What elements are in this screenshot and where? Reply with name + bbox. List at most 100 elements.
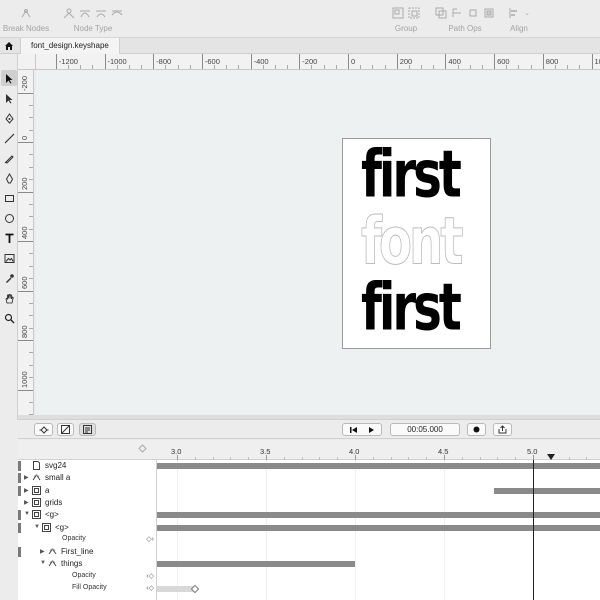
- ruler-minor-tick: [29, 129, 33, 131]
- animation-track-bar[interactable]: [493, 487, 600, 494]
- artboard[interactable]: first font first: [342, 138, 491, 349]
- ruler-label: -400: [253, 57, 269, 66]
- ruler-label: 800: [20, 325, 29, 338]
- horizontal-ruler[interactable]: -1200 -1000 -800 -600 -400 -200 0 200 400 600 800 1…: [36, 54, 600, 70]
- eyedropper-tool[interactable]: [1, 270, 17, 286]
- layer-row[interactable]: ▶ small a: [18, 472, 157, 484]
- node-select-tool[interactable]: [1, 90, 17, 106]
- layer-row[interactable]: ▼ <g>: [18, 522, 157, 534]
- property-row[interactable]: Opacity ◇›: [18, 534, 157, 546]
- line-tool[interactable]: [1, 130, 17, 146]
- layer-row[interactable]: ▶ First_line: [18, 546, 157, 558]
- ruler-label: 0: [351, 57, 356, 66]
- add-keyframe-icon[interactable]: [138, 444, 147, 453]
- node-corner-icon: [63, 8, 75, 19]
- ruler-label: 600: [20, 275, 29, 289]
- ruler-label: 800: [545, 57, 559, 66]
- export-button[interactable]: [493, 423, 512, 436]
- artboard-word-font[interactable]: font: [361, 208, 464, 274]
- timeline-tracks[interactable]: [157, 460, 600, 600]
- properties-mode-button[interactable]: [79, 423, 96, 436]
- canvas[interactable]: first font first: [36, 70, 600, 415]
- ruler-minor-tick: [554, 65, 556, 69]
- layer-row[interactable]: ▼ <g>: [18, 509, 157, 521]
- ruler-corner: [18, 54, 36, 70]
- home-button[interactable]: [0, 38, 18, 54]
- animation-track-bar[interactable]: [157, 586, 195, 592]
- keyframe-nav-buttons[interactable]: ‹◇: [146, 572, 154, 580]
- vertical-ruler[interactable]: -200 0 200 400 600 800 1000: [18, 70, 34, 415]
- keyframe-mode-button[interactable]: [34, 423, 53, 436]
- ellipse-tool[interactable]: [1, 210, 17, 226]
- pen-tool[interactable]: [1, 170, 17, 186]
- ruler-minor-tick: [457, 65, 459, 69]
- path-tool[interactable]: [1, 110, 17, 126]
- artboard-word-first-bottom[interactable]: first: [361, 274, 462, 340]
- align-icon: [509, 8, 518, 18]
- hand-tool[interactable]: [1, 290, 17, 306]
- timeline-header[interactable]: 3.0 3.5 4.0 4.5 5.0: [18, 440, 600, 460]
- keyframe-nav-buttons[interactable]: ‹◇: [146, 584, 154, 592]
- property-row[interactable]: Opacity ‹◇: [18, 571, 157, 583]
- tab-document[interactable]: font_design.keyshape: [20, 38, 120, 54]
- disclosure-collapsed-icon[interactable]: ▶: [24, 474, 29, 481]
- go-to-start-button[interactable]: [344, 426, 362, 434]
- record-button[interactable]: [467, 423, 486, 436]
- pencil-tool[interactable]: [1, 150, 17, 166]
- artboard-word-first-top[interactable]: first: [361, 141, 462, 207]
- layer-color-marker: [18, 522, 21, 533]
- layer-name: First_line: [61, 547, 94, 557]
- ruler-tick: [18, 340, 33, 341]
- layer-color-marker: [18, 485, 21, 496]
- eyedropper-icon: [5, 273, 14, 283]
- ruler-minor-tick: [29, 117, 33, 119]
- layer-name: a: [45, 485, 50, 495]
- node-symmetric-icon: [96, 10, 106, 18]
- ungroup-icon: [408, 7, 420, 19]
- ruler-tick: [18, 191, 33, 193]
- disclosure-collapsed-icon[interactable]: ▶: [24, 499, 29, 506]
- zoom-tool[interactable]: [1, 310, 17, 326]
- disclosure-collapsed-icon[interactable]: ▶: [40, 548, 45, 555]
- text-icon: [5, 233, 13, 243]
- ruler-minor-tick: [29, 352, 33, 354]
- break-nodes-group[interactable]: Break Nodes: [2, 6, 50, 33]
- ruler-minor-tick: [67, 65, 69, 69]
- ruler-minor-tick: [29, 401, 33, 403]
- property-row[interactable]: Fill Opacity ‹◇: [18, 583, 157, 595]
- select-tool[interactable]: [1, 70, 17, 86]
- disclosure-expanded-icon[interactable]: ▼: [34, 524, 40, 530]
- tool-palette: [0, 54, 18, 420]
- ruler-minor-tick: [29, 302, 33, 304]
- node-type-group[interactable]: Node Type: [56, 6, 130, 33]
- image-tool[interactable]: [1, 250, 17, 266]
- text-tool[interactable]: [1, 230, 17, 246]
- playhead-line[interactable]: [533, 460, 534, 600]
- align-group[interactable]: ⌄ Align: [504, 6, 534, 33]
- time-display[interactable]: 00:05.000: [390, 423, 460, 436]
- pencil-icon: [4, 154, 14, 164]
- rectangle-tool[interactable]: [1, 190, 17, 206]
- disclosure-expanded-icon[interactable]: ▼: [40, 560, 46, 566]
- play-button[interactable]: [362, 426, 380, 434]
- layer-row[interactable]: ▶ grids: [18, 497, 157, 509]
- layer-row[interactable]: ▶ a: [18, 485, 157, 497]
- disclosure-collapsed-icon[interactable]: ▶: [24, 487, 29, 494]
- layer-row[interactable]: svg24: [18, 460, 157, 472]
- direct-select-icon: [6, 93, 13, 103]
- ruler-minor-tick: [274, 65, 276, 69]
- layer-row[interactable]: ▼ things: [18, 558, 157, 570]
- graph-mode-button[interactable]: [57, 423, 74, 436]
- ruler-tick: [250, 54, 252, 69]
- keyframe-nav-buttons[interactable]: ◇›: [146, 535, 154, 543]
- ruler-minor-tick: [506, 65, 508, 69]
- ruler-minor-tick: [262, 65, 264, 69]
- share-icon: [498, 425, 507, 434]
- group-group[interactable]: Group: [388, 6, 424, 33]
- path-ops-group[interactable]: Path Ops: [430, 6, 500, 33]
- ruler-label: 200: [20, 176, 29, 190]
- ruler-minor-tick: [360, 65, 362, 69]
- ruler-label: -200: [302, 57, 318, 66]
- animation-track-bar[interactable]: [157, 561, 355, 568]
- disclosure-expanded-icon[interactable]: ▼: [24, 511, 30, 517]
